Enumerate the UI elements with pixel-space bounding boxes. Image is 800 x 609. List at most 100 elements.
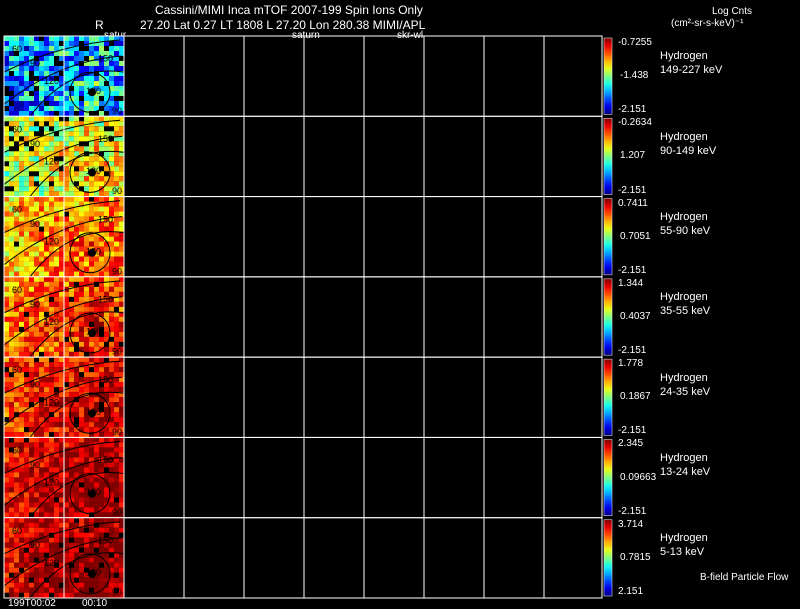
heatmap-cell xyxy=(14,276,19,282)
heatmap-cell xyxy=(69,271,74,277)
colorbar-min-label: -2.151 xyxy=(618,104,647,116)
heatmap-cell xyxy=(34,261,39,267)
heatmap-cell xyxy=(79,101,84,106)
heatmap-cell xyxy=(54,296,59,302)
heatmap-cell xyxy=(119,387,124,393)
heatmap-cell xyxy=(44,226,49,232)
heatmap-cell xyxy=(84,101,89,106)
heatmap-cell xyxy=(64,251,69,257)
heatmap-cell xyxy=(79,161,84,167)
heatmap-cell xyxy=(79,246,84,252)
heatmap-cell xyxy=(84,417,89,423)
heatmap-cell xyxy=(69,131,74,137)
heatmap-cell xyxy=(34,407,39,413)
heatmap-cell xyxy=(104,487,109,493)
heatmap-cell xyxy=(114,482,119,488)
heatmap-cell xyxy=(44,216,49,222)
heatmap-cell xyxy=(79,36,84,41)
heatmap-cell xyxy=(79,306,84,312)
heatmap-cell xyxy=(39,427,44,433)
heatmap-cell xyxy=(24,497,29,503)
heatmap-cell xyxy=(74,246,79,252)
heatmap-cell xyxy=(19,432,24,438)
heatmap-cell xyxy=(79,171,84,177)
heatmap-cell xyxy=(104,567,109,573)
heatmap-cell xyxy=(49,186,54,192)
heatmap-cell xyxy=(64,276,69,282)
heatmap-cell xyxy=(94,477,99,483)
heatmap-cell xyxy=(94,121,99,127)
heatmap-cell xyxy=(119,336,124,342)
heatmap-cell xyxy=(114,382,119,388)
heatmap-cell xyxy=(34,256,39,262)
heatmap-cell xyxy=(29,236,34,242)
heatmap-cell xyxy=(14,397,19,403)
heatmap-cell xyxy=(69,231,74,237)
heatmap-cell xyxy=(64,171,69,177)
contour-label: 150 xyxy=(98,134,113,144)
heatmap-cell xyxy=(89,276,94,282)
heatmap-cell xyxy=(4,477,9,483)
heatmap-cell xyxy=(74,311,79,317)
heatmap-cell xyxy=(69,291,74,297)
heatmap-cell xyxy=(9,542,14,548)
heatmap-cell xyxy=(89,357,94,363)
heatmap-cell xyxy=(9,111,14,116)
heatmap-cell xyxy=(29,477,34,483)
heatmap-cell xyxy=(19,71,24,76)
heatmap-cell xyxy=(44,191,49,197)
heatmap-cell xyxy=(39,271,44,277)
heatmap-cell xyxy=(59,336,64,342)
colorbar xyxy=(604,359,612,436)
heatmap-cell xyxy=(74,532,79,538)
heatmap-cell xyxy=(44,351,49,357)
heatmap-cell xyxy=(79,191,84,197)
heatmap-cell xyxy=(29,211,34,217)
heatmap-cell xyxy=(24,251,29,257)
heatmap-cell xyxy=(19,116,24,122)
heatmap-cell xyxy=(94,447,99,453)
heatmap-cell xyxy=(4,382,9,388)
heatmap-cell xyxy=(14,151,19,157)
heatmap-cell xyxy=(84,206,89,212)
heatmap-cell xyxy=(9,341,14,347)
heatmap-cell xyxy=(74,537,79,543)
heatmap-cell xyxy=(59,196,64,202)
heatmap-cell xyxy=(34,527,39,533)
heatmap-cell xyxy=(14,86,19,91)
heatmap-cell xyxy=(14,321,19,327)
heatmap-cell xyxy=(24,51,29,56)
heatmap-cell xyxy=(84,336,89,342)
heatmap-cell xyxy=(64,462,69,468)
heatmap-cell xyxy=(54,201,59,207)
heatmap-cell xyxy=(64,56,69,61)
heatmap-cell xyxy=(4,81,9,86)
heatmap-cell xyxy=(54,331,59,337)
heatmap-cell xyxy=(69,351,74,357)
heatmap-cell xyxy=(79,592,84,598)
heatmap-cell xyxy=(34,326,39,332)
heatmap-cell xyxy=(44,286,49,292)
heatmap-cell xyxy=(69,136,74,142)
heatmap-cell xyxy=(29,517,34,523)
heatmap-cell xyxy=(54,181,59,187)
heatmap-cell xyxy=(39,417,44,423)
heatmap-cell xyxy=(34,367,39,373)
heatmap-cell xyxy=(29,126,34,132)
heatmap-cell xyxy=(49,467,54,473)
heatmap-cell xyxy=(114,141,119,147)
heatmap-cell xyxy=(34,96,39,101)
heatmap-cell xyxy=(44,592,49,598)
heatmap-cell xyxy=(39,346,44,352)
heatmap-cell xyxy=(54,507,59,513)
heatmap-cell xyxy=(54,251,59,257)
heatmap-cell xyxy=(114,577,119,583)
heatmap-cell xyxy=(99,341,104,347)
heatmap-cell xyxy=(99,181,104,187)
heatmap-cell xyxy=(54,447,59,453)
heatmap-cell xyxy=(74,241,79,247)
heatmap-cell xyxy=(79,487,84,493)
heatmap-cell xyxy=(44,301,49,307)
heatmap-cell xyxy=(119,256,124,262)
heatmap-cell xyxy=(94,442,99,448)
